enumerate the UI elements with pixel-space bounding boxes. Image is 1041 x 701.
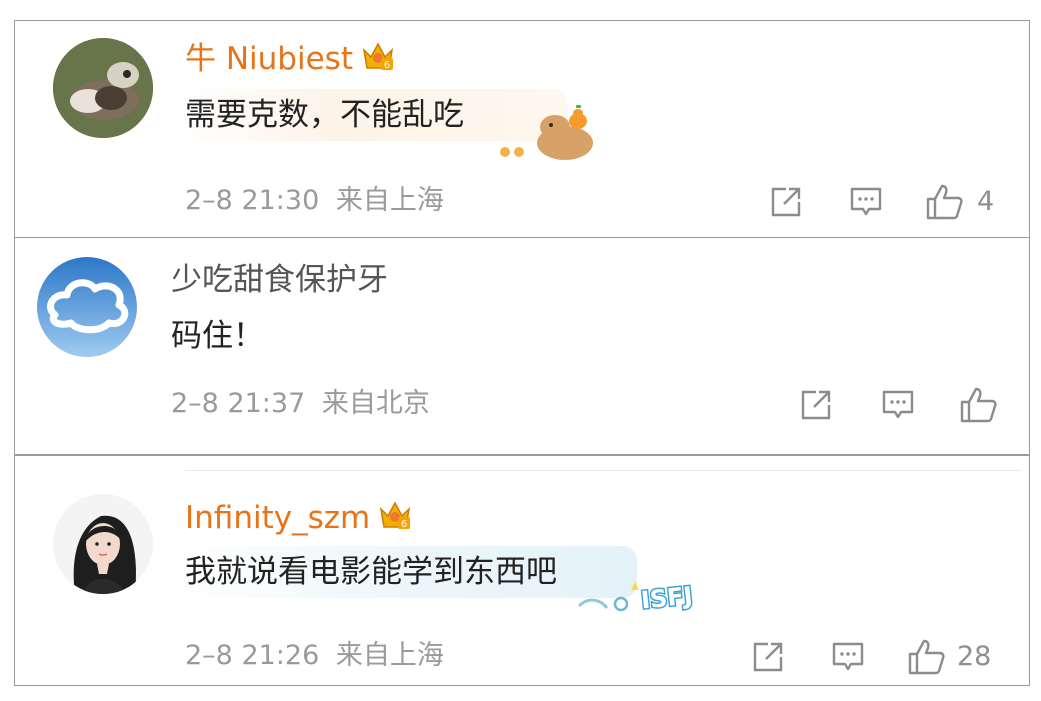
svg-text:6: 6 — [384, 60, 390, 71]
location: 来自上海 — [335, 185, 444, 216]
comment-text: 我就说看电影能学到东西吧 — [179, 546, 637, 598]
comment-card-3: Infinity_szm 6 我就说看电影能学到东西吧 ISFJ 2–8 21:2… — [14, 455, 1030, 686]
divider — [185, 470, 1021, 471]
avatar[interactable] — [53, 38, 153, 138]
comment-icon[interactable] — [849, 185, 883, 219]
timestamp: 2–8 21:37 — [171, 388, 306, 419]
svg-text:6: 6 — [401, 519, 407, 530]
username[interactable]: 少吃甜食保护牙 — [171, 260, 388, 300]
like-count: 4 — [977, 186, 995, 217]
comment-text: 码住！ — [171, 318, 264, 354]
svg-text:ISFJ: ISFJ — [640, 581, 694, 614]
location: 来自上海 — [335, 640, 444, 671]
comment-card-2: 少吃甜食保护牙 码住！ 2–8 21:37 来自北京 — [14, 237, 1030, 455]
share-icon[interactable] — [751, 640, 785, 674]
thumbs-up-icon[interactable] — [925, 183, 963, 221]
share-icon[interactable] — [799, 388, 833, 422]
cat-photo-icon — [53, 38, 153, 138]
username[interactable]: 牛 Niubiest 6 — [185, 39, 395, 82]
like-count: 28 — [957, 641, 992, 672]
capybara-sticker-icon — [500, 105, 593, 160]
share-icon[interactable] — [769, 185, 803, 219]
comment-meta: 2–8 21:30 来自上海 — [185, 183, 444, 219]
comment-card-1: 牛 Niubiest 6 需要克数，不能乱吃 2–8 21:30 来自上海 4 — [14, 20, 1030, 238]
timestamp: 2–8 21:26 — [185, 640, 320, 671]
comment-icon[interactable] — [831, 640, 865, 674]
username[interactable]: Infinity_szm 6 — [185, 498, 412, 541]
comment-meta: 2–8 21:37 来自北京 — [171, 386, 430, 422]
portrait-avatar-icon — [53, 494, 153, 594]
avatar[interactable] — [53, 494, 153, 594]
vip-crown-icon: 6 — [378, 499, 412, 541]
comment-meta: 2–8 21:26 来自上海 — [185, 638, 444, 674]
vip-crown-icon: 6 — [361, 40, 395, 82]
avatar[interactable] — [37, 257, 137, 357]
isfj-sticker-icon: ISFJ — [577, 580, 695, 616]
timestamp: 2–8 21:30 — [185, 185, 320, 216]
thumbs-up-icon[interactable] — [959, 386, 997, 424]
location: 来自北京 — [321, 388, 430, 419]
comment-icon[interactable] — [881, 388, 915, 422]
cloud-avatar-icon — [37, 257, 137, 357]
thumbs-up-icon[interactable] — [907, 638, 945, 676]
